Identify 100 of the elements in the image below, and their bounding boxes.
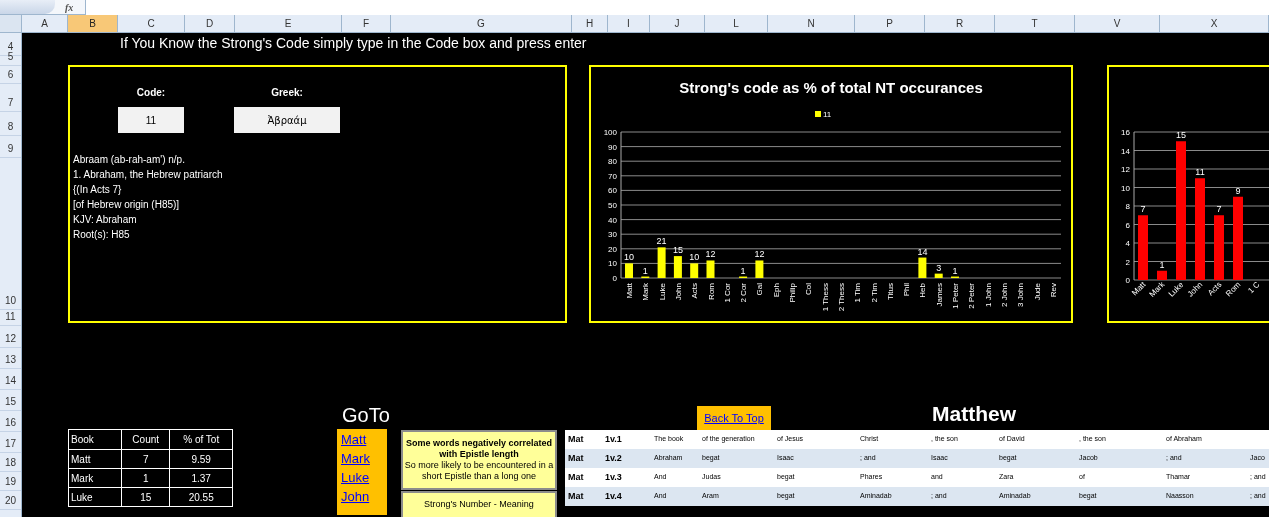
axis-tick-label: 40: [608, 215, 617, 225]
column-header[interactable]: R: [925, 15, 995, 32]
category-label: Rom: [706, 283, 716, 300]
name-box[interactable]: [0, 0, 55, 14]
book-cell-text: Mat: [567, 489, 585, 503]
chart-bar: [755, 260, 764, 278]
select-all-corner[interactable]: [0, 15, 22, 32]
category-label: 1 Cor: [722, 283, 732, 303]
category-label: 1 John: [983, 283, 993, 308]
column-header[interactable]: P: [855, 15, 925, 32]
category-label: 2 Cor: [739, 283, 749, 303]
formula-field[interactable]: [85, 0, 1269, 15]
code-label: Code:: [136, 86, 166, 100]
chart-bar: [934, 273, 943, 278]
row-header[interactable]: 19: [0, 472, 21, 491]
row-header[interactable]: 7: [0, 84, 21, 112]
category-label: Mark: [641, 283, 651, 301]
chart-bar: [625, 263, 633, 278]
book-link[interactable]: Luke: [341, 468, 370, 487]
category-label: Philip: [788, 283, 797, 303]
axis-tick-label: 4: [1125, 239, 1130, 248]
back-to-top-link[interactable]: Back To Top: [697, 406, 771, 430]
definition-line: 1. Abraham, the Hebrew patriarch: [73, 168, 224, 182]
row-header[interactable]: 6: [0, 66, 21, 84]
row-header[interactable]: 11: [0, 310, 21, 326]
data-label: 1: [740, 265, 746, 276]
row-header[interactable]: 8: [0, 112, 21, 136]
book-cell-text: Mat: [567, 451, 585, 465]
data-label: 15: [672, 245, 683, 256]
row-header[interactable]: 16: [0, 411, 21, 432]
book-link[interactable]: Matt: [341, 430, 367, 449]
row-header[interactable]: 13: [0, 348, 21, 369]
column-header[interactable]: T: [995, 15, 1075, 32]
row-header[interactable]: 18: [0, 453, 21, 472]
row-header[interactable]: 17: [0, 432, 21, 453]
column-header[interactable]: H: [572, 15, 608, 32]
row-header[interactable]: 10: [0, 158, 21, 310]
category-label: Col: [804, 283, 814, 295]
table-header: % of Tot: [169, 429, 233, 450]
data-label: 14: [917, 246, 928, 257]
function-label[interactable]: fx: [65, 0, 81, 15]
note-heading: Some words negatively correlated with Epistle length: [404, 438, 554, 460]
table-cell: Mark: [68, 468, 122, 488]
table-cell: 1.37: [169, 468, 233, 488]
chart-title: Strong's code as % of total NT occurances: [679, 79, 983, 96]
greek-field[interactable]: Ἀβραάμ: [234, 107, 340, 133]
table-cell: Luke: [68, 487, 122, 507]
instruction-text: If You Know the Strong's Code simply type in the Code box and press enter: [120, 34, 587, 53]
category-label: Acts: [690, 283, 700, 299]
table-cell: 1: [121, 468, 170, 488]
book-link[interactable]: Mark: [341, 449, 370, 468]
data-label: 12: [754, 249, 765, 260]
row-header[interactable]: 14: [0, 369, 21, 390]
goto-heading: GoTo: [342, 403, 390, 428]
category-label: Jude: [1032, 283, 1042, 301]
axis-tick-label: 6: [1125, 220, 1130, 230]
column-header[interactable]: N: [768, 15, 855, 32]
book-link[interactable]: John: [341, 487, 370, 506]
chart-bar: [673, 256, 682, 278]
column-header[interactable]: L: [705, 15, 768, 32]
data-label: 7: [1216, 204, 1222, 215]
table-cell: 20.55: [169, 487, 233, 507]
column-header[interactable]: D: [185, 15, 235, 32]
row-header[interactable]: 20: [0, 491, 21, 510]
axis-tick-label: 70: [608, 171, 617, 181]
category-label: 2 John: [999, 283, 1009, 308]
chart-bar: [1214, 215, 1224, 280]
row-header[interactable]: 9: [0, 136, 21, 158]
category-label: James: [934, 283, 944, 307]
column-header[interactable]: C: [118, 15, 185, 32]
row-header[interactable]: 15: [0, 390, 21, 411]
data-label: 12: [705, 249, 716, 260]
verse-ref-cell-text: 1v.3: [604, 470, 623, 484]
column-header[interactable]: J: [650, 15, 705, 32]
column-header[interactable]: F: [342, 15, 391, 32]
verse-ref-cell-text: 1v.4: [604, 489, 623, 503]
code-field[interactable]: 11: [118, 107, 184, 133]
axis-tick-label: 2: [1125, 257, 1130, 267]
chart-legend: 11: [815, 110, 832, 119]
axis-tick-label: 50: [608, 201, 617, 210]
column-header[interactable]: G: [391, 15, 572, 32]
row-header[interactable]: 12: [0, 326, 21, 348]
data-label: 3: [936, 262, 942, 273]
definition-line: Root(s): H85: [73, 228, 131, 242]
category-label: Matt: [625, 283, 634, 299]
axis-tick-label: 60: [608, 186, 617, 196]
chart-bar: [1138, 215, 1148, 280]
axis-tick-label: 14: [1121, 146, 1130, 156]
axis-tick-label: 30: [608, 230, 617, 240]
column-header[interactable]: B: [68, 15, 118, 32]
category-label: 3 John: [1016, 283, 1026, 308]
table-cell: 7: [121, 449, 170, 469]
definition-line: [of Hebrew origin (H85)]: [73, 198, 181, 212]
column-header[interactable]: V: [1075, 15, 1160, 32]
column-header[interactable]: E: [235, 15, 342, 32]
category-label: 1 Peter: [951, 283, 960, 309]
category-label: Luke: [657, 283, 667, 301]
category-label: 2 Thess: [836, 283, 846, 312]
column-header[interactable]: I: [608, 15, 650, 32]
column-header[interactable]: X: [1160, 15, 1269, 32]
